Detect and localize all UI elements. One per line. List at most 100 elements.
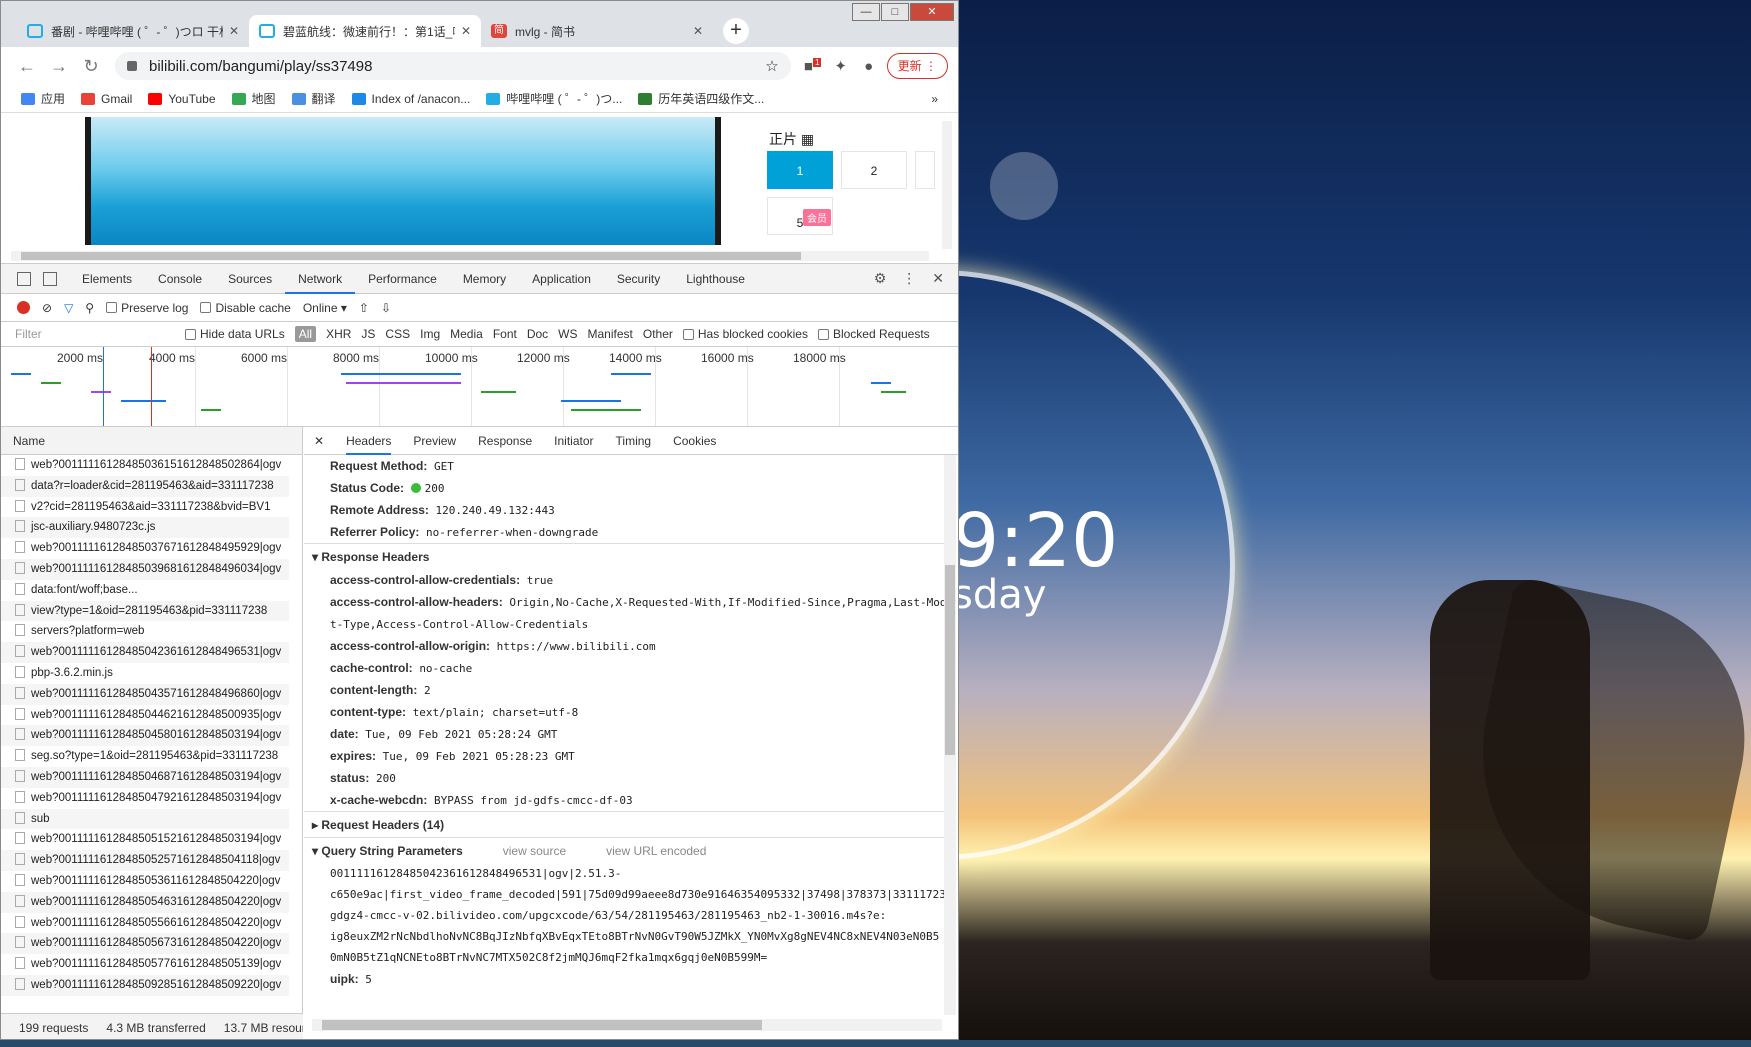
bookmark-item[interactable]: Index of /anacon...	[351, 92, 470, 106]
tab-bangumi[interactable]: 番剧 - 哔哩哔哩 ( ゜- ゜)つロ 干杯 ✕	[17, 15, 249, 47]
bookmark-item[interactable]: 翻译	[291, 90, 336, 107]
request-row[interactable]: v2?cid=281195463&aid=331117238&bvid=BV1	[1, 497, 289, 518]
request-row[interactable]: web?00111116128485054631612848504220|ogv	[1, 891, 289, 913]
request-row[interactable]: jsc-auxiliary.9480723c.js	[1, 517, 289, 539]
devtools-tab[interactable]: Application	[519, 264, 604, 294]
request-row[interactable]: web?00111116128485047921612848503194|ogv	[1, 788, 289, 809]
record-icon[interactable]	[17, 301, 30, 314]
bookmark-item[interactable]: YouTube	[148, 92, 216, 106]
devtools-tab[interactable]: Performance	[355, 264, 450, 294]
request-row[interactable]: view?type=1&oid=281195463&pid=331117238	[1, 600, 289, 622]
type-filter[interactable]: JS	[361, 327, 375, 341]
blocked-requests-checkbox[interactable]: Blocked Requests	[817, 327, 930, 341]
request-row[interactable]: data?r=loader&cid=281195463&aid=33111723…	[1, 475, 289, 497]
puzzle-icon[interactable]: ✦	[827, 57, 855, 75]
request-row[interactable]: servers?platform=web	[1, 621, 289, 642]
request-row[interactable]: web?00111116128485042361612848496531|ogv	[1, 642, 289, 663]
more-vert-icon[interactable]: ⋮	[902, 270, 916, 287]
request-row[interactable]: data:font/woff;base...	[1, 580, 289, 601]
request-row[interactable]: web?00111116128485057761612848505139|ogv	[1, 954, 289, 975]
request-row[interactable]: web?00111116128485055661612848504220|ogv	[1, 913, 289, 934]
type-filter[interactable]: Img	[420, 327, 440, 341]
detail-tab[interactable]: Cookies	[673, 434, 716, 448]
network-overview[interactable]: 2000 ms 4000 ms 6000 ms 8000 ms 10000 ms 1200…	[1, 347, 958, 427]
devtools-tab[interactable]: Console	[145, 264, 215, 294]
close-tab-icon[interactable]: ✕	[461, 24, 471, 38]
bookmark-item[interactable]: 历年英语四级作文...	[638, 90, 764, 107]
request-row[interactable]: pbp-3.6.2.min.js	[1, 663, 289, 684]
episode-2[interactable]: 2	[841, 151, 907, 189]
reload-icon[interactable]: ↻	[75, 56, 107, 77]
devtools-tab[interactable]: Lighthouse	[673, 264, 758, 294]
request-row[interactable]: web?00111116128485051521612848503194|ogv	[1, 829, 289, 850]
type-all[interactable]: All	[294, 326, 317, 342]
request-row[interactable]: web?00111116128485044621612848500935|ogv	[1, 705, 289, 726]
preserve-log-checkbox[interactable]: Preserve log	[106, 301, 188, 315]
forward-icon[interactable]: →	[43, 56, 75, 77]
back-icon[interactable]: ←	[11, 56, 43, 77]
scroll-thumb[interactable]	[21, 252, 801, 260]
bookmark-item[interactable]: 应用	[21, 90, 65, 107]
gear-icon[interactable]: ⚙	[874, 270, 887, 287]
type-filter[interactable]: XHR	[326, 327, 351, 341]
request-row[interactable]: web?00111116128485037671612848495929|ogv	[1, 538, 289, 559]
maximize-button[interactable]: □	[881, 3, 909, 21]
query-params-toggle[interactable]: ▾ Query String Parameters view source view…	[304, 837, 944, 863]
type-filter[interactable]: Other	[643, 327, 673, 341]
blocked-cookies-checkbox[interactable]: Has blocked cookies	[682, 327, 808, 341]
name-column-header[interactable]: Name	[1, 427, 302, 455]
bookmark-item[interactable]: 地图	[231, 90, 276, 107]
detail-tab[interactable]: Response	[478, 434, 532, 448]
more-bookmarks-icon[interactable]: »	[931, 92, 938, 106]
type-filter[interactable]: Manifest	[588, 327, 633, 341]
devtools-tab[interactable]: Sources	[215, 264, 285, 294]
extension-icon[interactable]: ■ 1	[799, 57, 827, 75]
detail-tab[interactable]: Timing	[616, 434, 652, 448]
episode-1[interactable]: 1	[767, 151, 833, 189]
detail-scrollbar[interactable]	[944, 455, 956, 1015]
type-filter[interactable]: Font	[493, 327, 517, 341]
update-button[interactable]: 更新 ⋮	[886, 53, 948, 79]
device-toggle-icon[interactable]	[43, 271, 57, 286]
request-row[interactable]: web?00111116128485056731612848504220|ogv	[1, 933, 289, 955]
request-row[interactable]: web?00111116128485043571612848496860|ogv	[1, 683, 289, 705]
view-source-link[interactable]: view source	[503, 844, 566, 858]
address-bar[interactable]: bilibili.com/bangumi/play/ss37498 ☆	[115, 52, 791, 80]
scroll-thumb[interactable]	[945, 565, 955, 755]
type-filter[interactable]: WS	[558, 327, 577, 341]
response-headers-toggle[interactable]: ▾ Response Headers	[304, 543, 944, 569]
close-tab-icon[interactable]: ✕	[229, 24, 239, 38]
star-icon[interactable]: ☆	[765, 57, 778, 75]
close-devtools-icon[interactable]: ✕	[932, 270, 944, 287]
devtools-tab[interactable]: Network	[285, 264, 356, 294]
bookmark-item[interactable]: 哔哩哔哩 ( ゜- ゜)つ...	[486, 90, 622, 107]
request-row[interactable]: web?00111116128485053611612848504220|ogv	[1, 871, 289, 892]
grid-icon[interactable]: ▦	[801, 131, 814, 147]
close-tab-icon[interactable]: ✕	[693, 24, 703, 38]
close-detail-icon[interactable]: ✕	[314, 434, 324, 448]
request-row[interactable]: web?00111116128485039681612848496034|ogv	[1, 558, 289, 580]
request-row[interactable]: web?00111116128485046871612848503194|ogv	[1, 766, 289, 788]
hide-data-urls-checkbox[interactable]: Hide data URLs	[185, 327, 285, 341]
search-icon[interactable]: ⚲	[85, 301, 94, 315]
detail-horizontal-scrollbar[interactable]	[312, 1019, 942, 1031]
taskbar[interactable]	[0, 1040, 1751, 1047]
bookmark-item[interactable]: Gmail	[81, 92, 132, 106]
detail-tab[interactable]: Preview	[413, 434, 456, 448]
profile-icon[interactable]: ●	[855, 58, 883, 75]
devtools-tab[interactable]: Elements	[69, 264, 145, 294]
clear-icon[interactable]: ⊘	[42, 301, 52, 315]
episode-3[interactable]	[915, 151, 935, 189]
detail-tab[interactable]: Initiator	[554, 434, 593, 448]
type-filter[interactable]: Media	[450, 327, 483, 341]
request-row[interactable]: web?00111116128485045801612848503194|ogv	[1, 725, 289, 747]
filter-icon[interactable]: ▽	[64, 301, 73, 315]
type-filter[interactable]: Doc	[527, 327, 548, 341]
import-icon[interactable]: ⇧	[359, 301, 369, 315]
request-row[interactable]: web?00111116128485036151612848502864|ogv	[1, 455, 289, 476]
disable-cache-checkbox[interactable]: Disable cache	[200, 301, 291, 315]
tab-azurlane[interactable]: 碧蓝航线：微速前行！：第1话_哔 ✕	[249, 15, 481, 47]
inspect-icon[interactable]	[17, 271, 31, 286]
detail-tab[interactable]: Headers	[346, 427, 392, 455]
request-row[interactable]: sub	[1, 808, 289, 830]
